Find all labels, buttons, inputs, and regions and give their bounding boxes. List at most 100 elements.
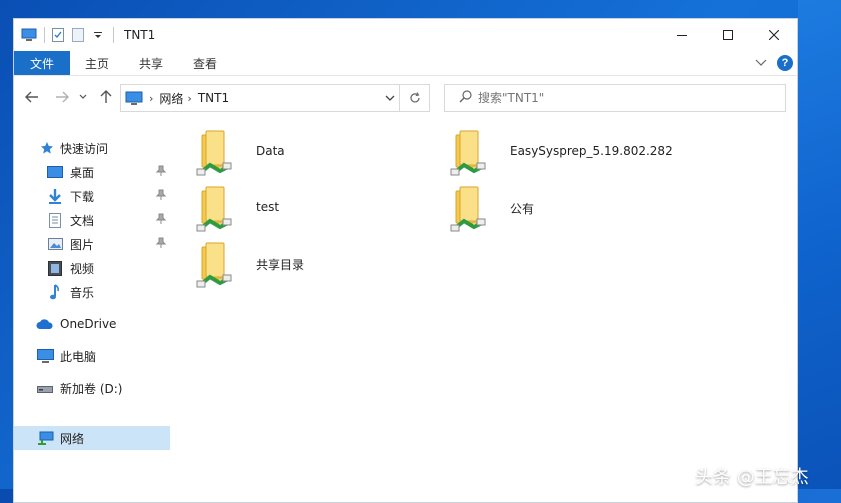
quick-access-toolbar — [14, 19, 118, 51]
forward-button[interactable] — [52, 86, 72, 108]
ribbon-divider — [14, 75, 797, 76]
close-icon — [769, 30, 779, 40]
folder-name: 共享目录 — [256, 258, 305, 272]
sidebar-item-desktop[interactable]: 桌面 — [14, 160, 170, 184]
shared-folder-icon — [448, 127, 488, 179]
sidebar-item-this-pc[interactable]: 此电脑 — [14, 344, 170, 368]
sidebar-item-label: 新加卷 (D:) — [60, 381, 123, 396]
recent-locations-button[interactable] — [76, 86, 90, 108]
folder-name: Data — [256, 144, 285, 158]
arrow-right-icon — [56, 91, 69, 103]
sidebar-item-label: OneDrive — [60, 317, 117, 331]
computer-icon — [36, 347, 54, 365]
sidebar-item-documents[interactable]: 文档 — [14, 208, 170, 232]
refresh-icon — [409, 92, 420, 103]
desktop-background — [798, 0, 841, 503]
sidebar-item-downloads[interactable]: 下载 — [14, 184, 170, 208]
chevron-right-icon[interactable]: › — [187, 92, 191, 105]
list-item[interactable]: Data — [194, 127, 434, 179]
network-icon — [36, 429, 54, 447]
minimize-icon — [677, 35, 687, 36]
customize-toolbar-icon[interactable] — [89, 26, 107, 44]
window-controls — [659, 19, 797, 51]
back-button[interactable] — [22, 86, 42, 108]
minimize-button[interactable] — [659, 19, 705, 51]
toolbar-separator — [113, 27, 114, 43]
folder-name: test — [256, 200, 280, 214]
pictures-icon — [46, 235, 64, 253]
shared-folder-icon — [448, 183, 488, 235]
properties-icon[interactable] — [49, 26, 67, 44]
list-item[interactable]: test — [194, 183, 434, 235]
desktop-icon — [46, 163, 64, 181]
toolbar-separator — [44, 27, 45, 43]
arrow-left-icon — [25, 91, 38, 103]
sidebar-item-label: 此电脑 — [60, 349, 97, 364]
search-icon — [459, 90, 472, 106]
cloud-icon — [36, 315, 54, 333]
pin-icon[interactable] — [155, 237, 167, 252]
watermark-text: 头条 @王忘杰 — [695, 467, 809, 488]
sidebar-item-label: 音乐 — [70, 285, 95, 300]
sidebar-item-pictures[interactable]: 图片 — [14, 232, 170, 256]
star-icon — [38, 139, 56, 157]
drive-icon — [36, 379, 54, 397]
list-item[interactable]: EasySysprep_5.19.802.282 — [448, 127, 688, 179]
sidebar-item-label: 桌面 — [70, 165, 95, 180]
chevron-down-icon — [385, 95, 395, 101]
arrow-up-icon — [100, 90, 112, 103]
up-button[interactable] — [96, 86, 116, 108]
breadcrumb-tnt1[interactable]: TNT1 — [198, 91, 229, 105]
search-input[interactable] — [478, 91, 758, 105]
shared-folder-icon — [194, 239, 234, 291]
sidebar-item-quick-access[interactable]: 快速访问 — [14, 136, 170, 160]
download-icon — [46, 187, 64, 205]
sidebar-item-onedrive[interactable]: OneDrive — [14, 312, 170, 336]
ribbon-tabs: 文件 主页 共享 查看 ? — [14, 51, 797, 75]
expand-ribbon-button[interactable] — [755, 56, 767, 70]
ribbon-right-controls: ? — [755, 51, 793, 75]
shared-folder-icon — [194, 183, 234, 235]
maximize-button[interactable] — [705, 19, 751, 51]
tab-file[interactable]: 文件 — [14, 51, 70, 75]
sidebar-item-music[interactable]: 音乐 — [14, 280, 170, 304]
address-dropdown-button[interactable] — [385, 91, 395, 105]
sidebar-item-label: 视频 — [70, 261, 95, 276]
sidebar-item-videos[interactable]: 视频 — [14, 256, 170, 280]
sidebar-item-label: 图片 — [70, 237, 95, 252]
tab-view[interactable]: 查看 — [178, 51, 232, 75]
network-computer-icon — [20, 26, 38, 44]
help-icon[interactable]: ? — [777, 55, 793, 71]
chevron-down-icon — [79, 94, 87, 99]
window-title: TNT1 — [124, 28, 156, 42]
document-icon — [46, 211, 64, 229]
address-bar[interactable]: › 网络 › TNT1 — [120, 84, 400, 112]
chevron-down-icon — [755, 59, 767, 66]
sidebar-item-drive-d[interactable]: 新加卷 (D:) — [14, 376, 170, 400]
new-folder-icon[interactable] — [69, 26, 87, 44]
folder-name: 公有 — [510, 202, 535, 216]
list-item[interactable]: 共享目录 — [194, 239, 434, 291]
pin-icon[interactable] — [155, 165, 167, 180]
file-explorer-window: TNT1 文件 主页 共享 查看 ? › 网络 › TNT1 搜索"TNT1" … — [13, 18, 798, 503]
search-box[interactable] — [444, 84, 786, 112]
chevron-right-icon[interactable]: › — [149, 92, 153, 105]
sidebar-item-label: 快速访问 — [60, 141, 109, 156]
music-icon — [46, 283, 64, 301]
list-item[interactable]: 公有 — [448, 183, 688, 235]
close-button[interactable] — [751, 19, 797, 51]
sidebar-item-label: 网络 — [60, 431, 85, 446]
tab-share[interactable]: 共享 — [124, 51, 178, 75]
refresh-button[interactable] — [400, 84, 430, 112]
video-icon — [46, 259, 64, 277]
navigation-bar: › 网络 › TNT1 — [14, 82, 797, 112]
sidebar-item-label: 下载 — [70, 189, 95, 204]
maximize-icon — [723, 30, 733, 40]
pin-icon[interactable] — [155, 213, 167, 228]
folder-name: EasySysprep_5.19.802.282 — [510, 144, 673, 158]
sidebar-item-network[interactable]: 网络 — [14, 426, 170, 450]
tab-home[interactable]: 主页 — [70, 51, 124, 75]
sidebar-item-label: 文档 — [70, 213, 95, 228]
pin-icon[interactable] — [155, 189, 167, 204]
breadcrumb-network[interactable]: 网络 — [159, 90, 183, 107]
